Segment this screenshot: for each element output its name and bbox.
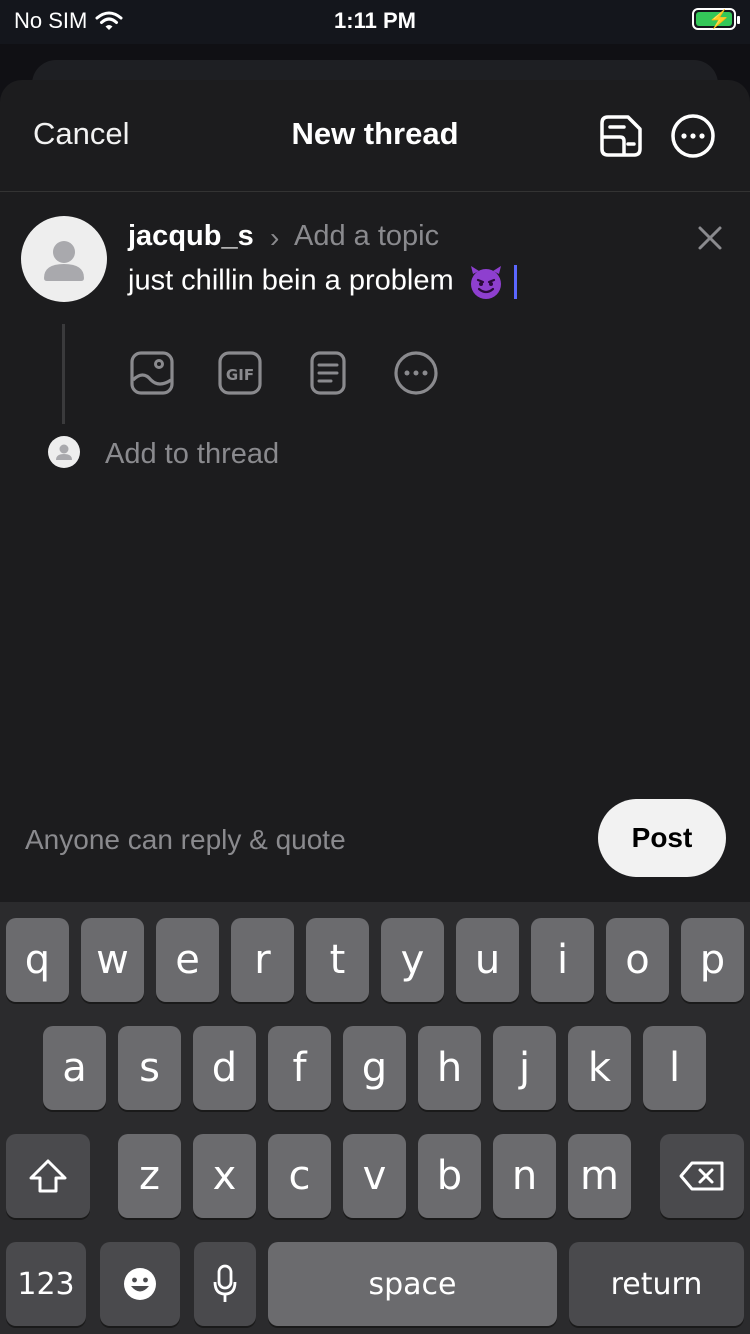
key-m[interactable]: m bbox=[568, 1134, 631, 1218]
drafts-icon[interactable] bbox=[598, 113, 644, 159]
thread-connector bbox=[62, 324, 65, 424]
microphone-icon bbox=[213, 1264, 237, 1302]
key-v[interactable]: v bbox=[343, 1134, 406, 1218]
post-text: just chillin bein a problem bbox=[128, 264, 454, 297]
status-bar: No SIM 1:11 PM ⚡ bbox=[0, 0, 750, 44]
key-s[interactable]: s bbox=[118, 1026, 181, 1110]
key-p[interactable]: p bbox=[681, 918, 744, 1002]
thread-avatar bbox=[48, 436, 80, 468]
reply-settings-button[interactable]: Anyone can reply & quote bbox=[25, 824, 346, 856]
key-l[interactable]: l bbox=[643, 1026, 706, 1110]
key-g[interactable]: g bbox=[343, 1026, 406, 1110]
key-d[interactable]: d bbox=[193, 1026, 256, 1110]
shift-icon bbox=[29, 1159, 67, 1193]
username: jacqub_s bbox=[128, 220, 254, 252]
backspace-icon bbox=[679, 1161, 724, 1191]
emoji-key[interactable] bbox=[100, 1242, 180, 1326]
battery-icon: ⚡ bbox=[692, 8, 740, 30]
key-y[interactable]: y bbox=[381, 918, 444, 1002]
smiling-imp-emoji-icon bbox=[470, 266, 501, 299]
key-e[interactable]: e bbox=[156, 918, 219, 1002]
compose-sheet: Cancel New thread jacqub_s › Add a topic… bbox=[0, 80, 750, 902]
key-z[interactable]: z bbox=[118, 1134, 181, 1218]
shift-key[interactable] bbox=[6, 1134, 90, 1218]
key-j[interactable]: j bbox=[493, 1026, 556, 1110]
keyboard: q w e r t y u i o p a s d f g h j k l z … bbox=[0, 902, 750, 1334]
text-caret bbox=[513, 265, 517, 299]
gif-icon[interactable]: GIF bbox=[217, 350, 263, 396]
key-c[interactable]: c bbox=[268, 1134, 331, 1218]
delete-key[interactable] bbox=[660, 1134, 744, 1218]
post-text-input[interactable]: just chillin bein a problem bbox=[128, 264, 517, 300]
key-w[interactable]: w bbox=[81, 918, 144, 1002]
key-q[interactable]: q bbox=[6, 918, 69, 1002]
post-button[interactable]: Post bbox=[598, 799, 726, 877]
key-h[interactable]: h bbox=[418, 1026, 481, 1110]
add-to-thread-input[interactable]: Add to thread bbox=[105, 438, 279, 471]
key-k[interactable]: k bbox=[568, 1026, 631, 1110]
svg-text:GIF: GIF bbox=[226, 366, 254, 384]
more-attachments-icon[interactable] bbox=[393, 350, 439, 396]
close-icon[interactable] bbox=[694, 222, 726, 254]
return-key[interactable]: return bbox=[569, 1242, 744, 1326]
emoji-icon bbox=[124, 1268, 156, 1300]
key-u[interactable]: u bbox=[456, 918, 519, 1002]
sheet-header: Cancel New thread bbox=[0, 80, 750, 192]
key-t[interactable]: t bbox=[306, 918, 369, 1002]
space-key[interactable]: space bbox=[268, 1242, 557, 1326]
status-time: 1:11 PM bbox=[334, 8, 416, 33]
key-o[interactable]: o bbox=[606, 918, 669, 1002]
key-i[interactable]: i bbox=[531, 918, 594, 1002]
avatar bbox=[21, 216, 107, 302]
numbers-key[interactable]: 123 bbox=[6, 1242, 86, 1326]
key-b[interactable]: b bbox=[418, 1134, 481, 1218]
poll-icon[interactable] bbox=[305, 350, 351, 396]
dictation-key[interactable] bbox=[194, 1242, 256, 1326]
more-options-icon[interactable] bbox=[670, 113, 716, 159]
key-f[interactable]: f bbox=[268, 1026, 331, 1110]
image-icon[interactable] bbox=[129, 350, 175, 396]
key-r[interactable]: r bbox=[231, 918, 294, 1002]
key-n[interactable]: n bbox=[493, 1134, 556, 1218]
chevron-right-icon: › bbox=[270, 222, 280, 253]
topic-input[interactable]: Add a topic bbox=[294, 220, 439, 253]
key-x[interactable]: x bbox=[193, 1134, 256, 1218]
key-a[interactable]: a bbox=[43, 1026, 106, 1110]
